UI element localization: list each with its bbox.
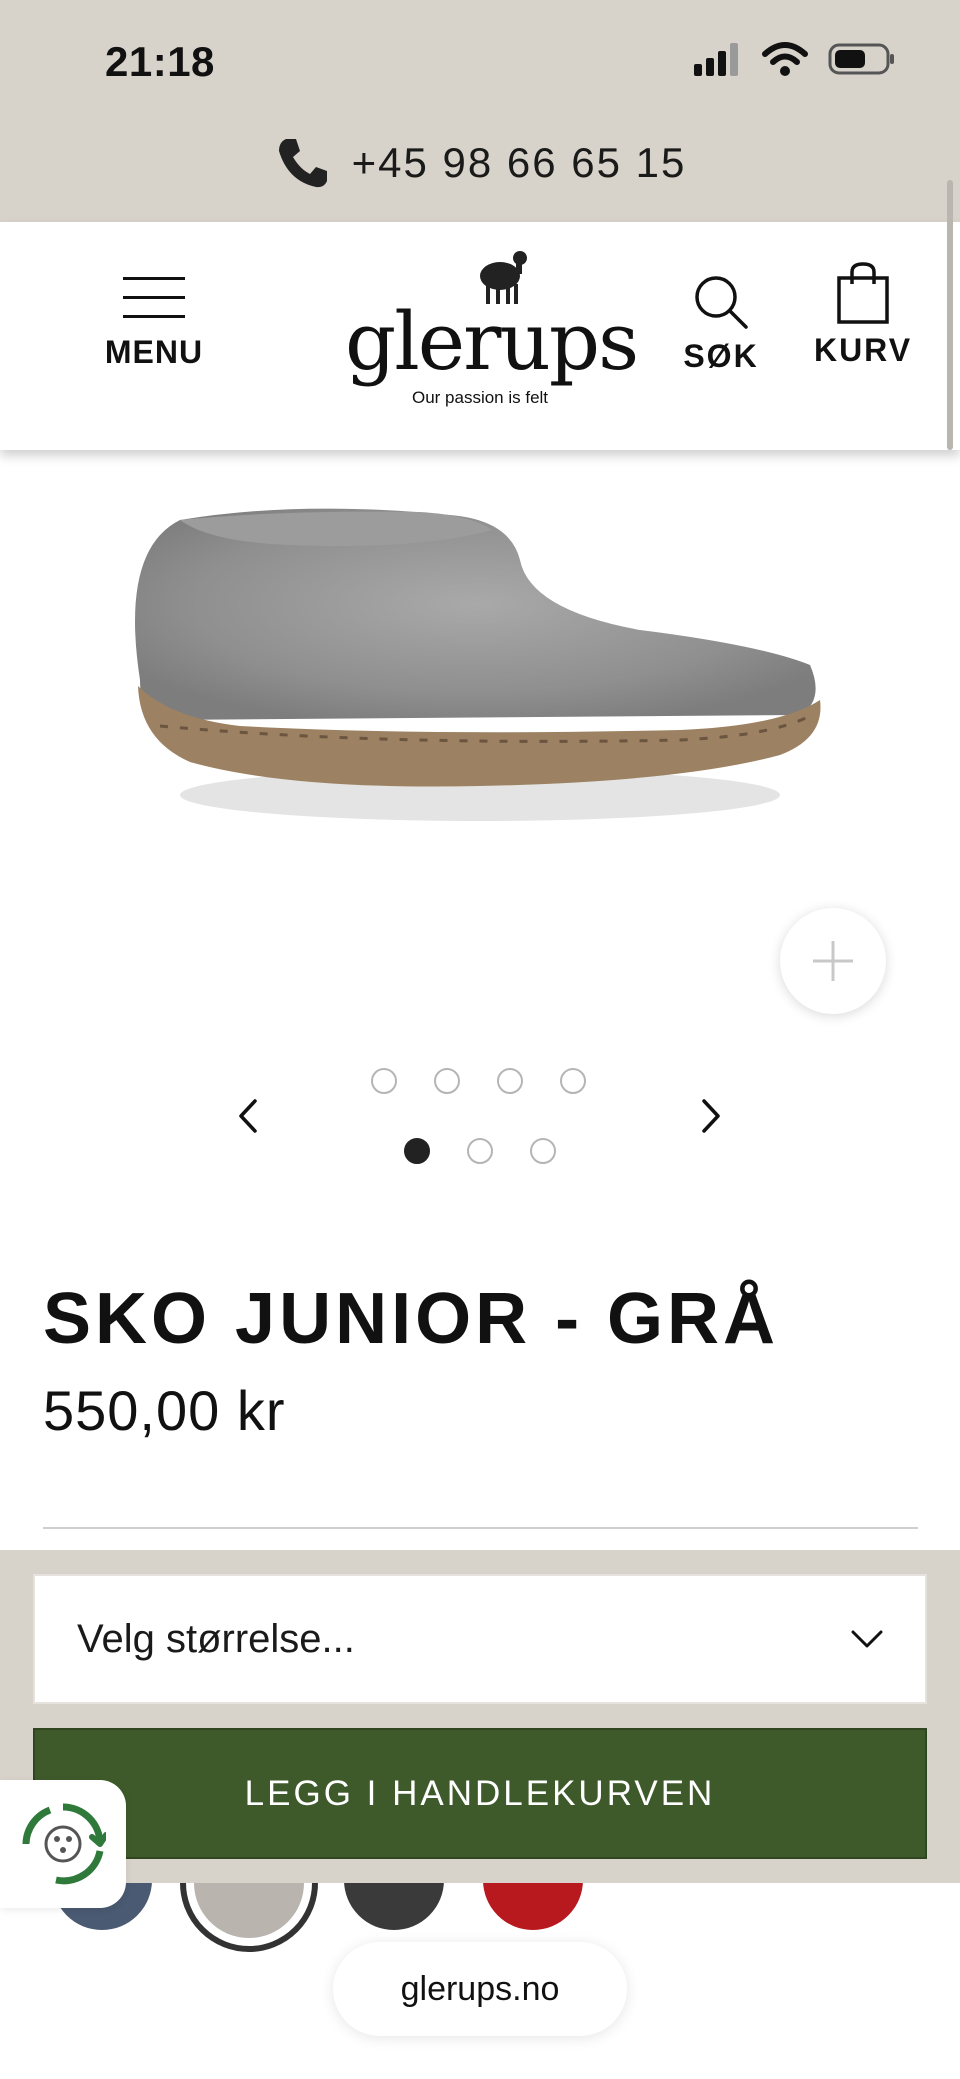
menu-button[interactable]: MENU (104, 277, 204, 371)
logo-tagline: Our passion is felt (411, 388, 549, 407)
search-label: SØK (683, 338, 759, 374)
menu-label: MENU (104, 334, 204, 370)
product-price: 550,00 kr (43, 1379, 286, 1442)
eco-badge[interactable] (0, 1780, 126, 1908)
chevron-left-icon (239, 1099, 257, 1133)
plus-icon (813, 941, 853, 981)
logo-wordmark: glerups (345, 295, 639, 388)
phone-icon (278, 139, 327, 188)
thumbnail-dot[interactable] (371, 1068, 397, 1094)
divider (43, 1527, 918, 1529)
next-image-button[interactable] (691, 1096, 731, 1136)
search-button[interactable]: SØK (680, 272, 762, 375)
chevron-right-icon (702, 1099, 720, 1133)
thumbnail-dot[interactable] (560, 1068, 586, 1094)
site-header: MENU glerups Our passion is felt SØK KUR… (0, 222, 960, 450)
browser-url-bar[interactable]: glerups.no (333, 1942, 627, 2036)
add-to-cart-button[interactable]: LEGG I HANDLEKURVEN (33, 1728, 927, 1859)
slide-dot-active[interactable] (404, 1138, 430, 1164)
add-to-cart-label: LEGG I HANDLEKURVEN (244, 1773, 716, 1813)
search-icon (695, 276, 748, 329)
product-image[interactable] (120, 490, 840, 830)
status-time: 21:18 (105, 38, 215, 85)
slide-dot[interactable] (467, 1138, 493, 1164)
cart-button[interactable]: KURV (812, 262, 914, 369)
phone-link[interactable]: +45 98 66 65 15 (0, 135, 960, 191)
shopping-bag-icon (837, 262, 889, 324)
sheep-icon (480, 251, 527, 304)
hamburger-icon (104, 277, 204, 318)
cellular-signal-icon (694, 43, 738, 76)
chevron-down-icon (851, 1630, 883, 1648)
glerups-logo[interactable]: glerups Our passion is felt (345, 244, 639, 408)
status-icons (694, 42, 896, 76)
slide-dots (404, 1138, 556, 1164)
product-title: SKO JUNIOR - GRÅ (43, 1279, 780, 1359)
recycle-badge-icon (22, 1803, 106, 1885)
url-text: glerups.no (400, 1969, 560, 2008)
wifi-icon (762, 42, 808, 76)
previous-image-button[interactable] (228, 1096, 268, 1136)
thumbnail-dot[interactable] (497, 1068, 523, 1094)
cart-label: KURV (813, 332, 913, 368)
slide-dot[interactable] (530, 1138, 556, 1164)
thumbnail-dots (371, 1068, 586, 1094)
thumbnail-dot[interactable] (434, 1068, 460, 1094)
top-band: 21:18 +45 98 66 65 15 (0, 0, 960, 222)
page-scrollbar[interactable] (947, 180, 953, 450)
battery-icon (828, 43, 894, 75)
zoom-button[interactable] (780, 908, 886, 1014)
sticky-purchase-bar: Velg størrelse... LEGG I HANDLEKURVEN (0, 1550, 960, 1883)
phone-number[interactable]: +45 98 66 65 15 (352, 139, 687, 187)
size-select[interactable]: Velg størrelse... (33, 1574, 927, 1704)
size-select-value: Velg størrelse... (77, 1616, 355, 1661)
